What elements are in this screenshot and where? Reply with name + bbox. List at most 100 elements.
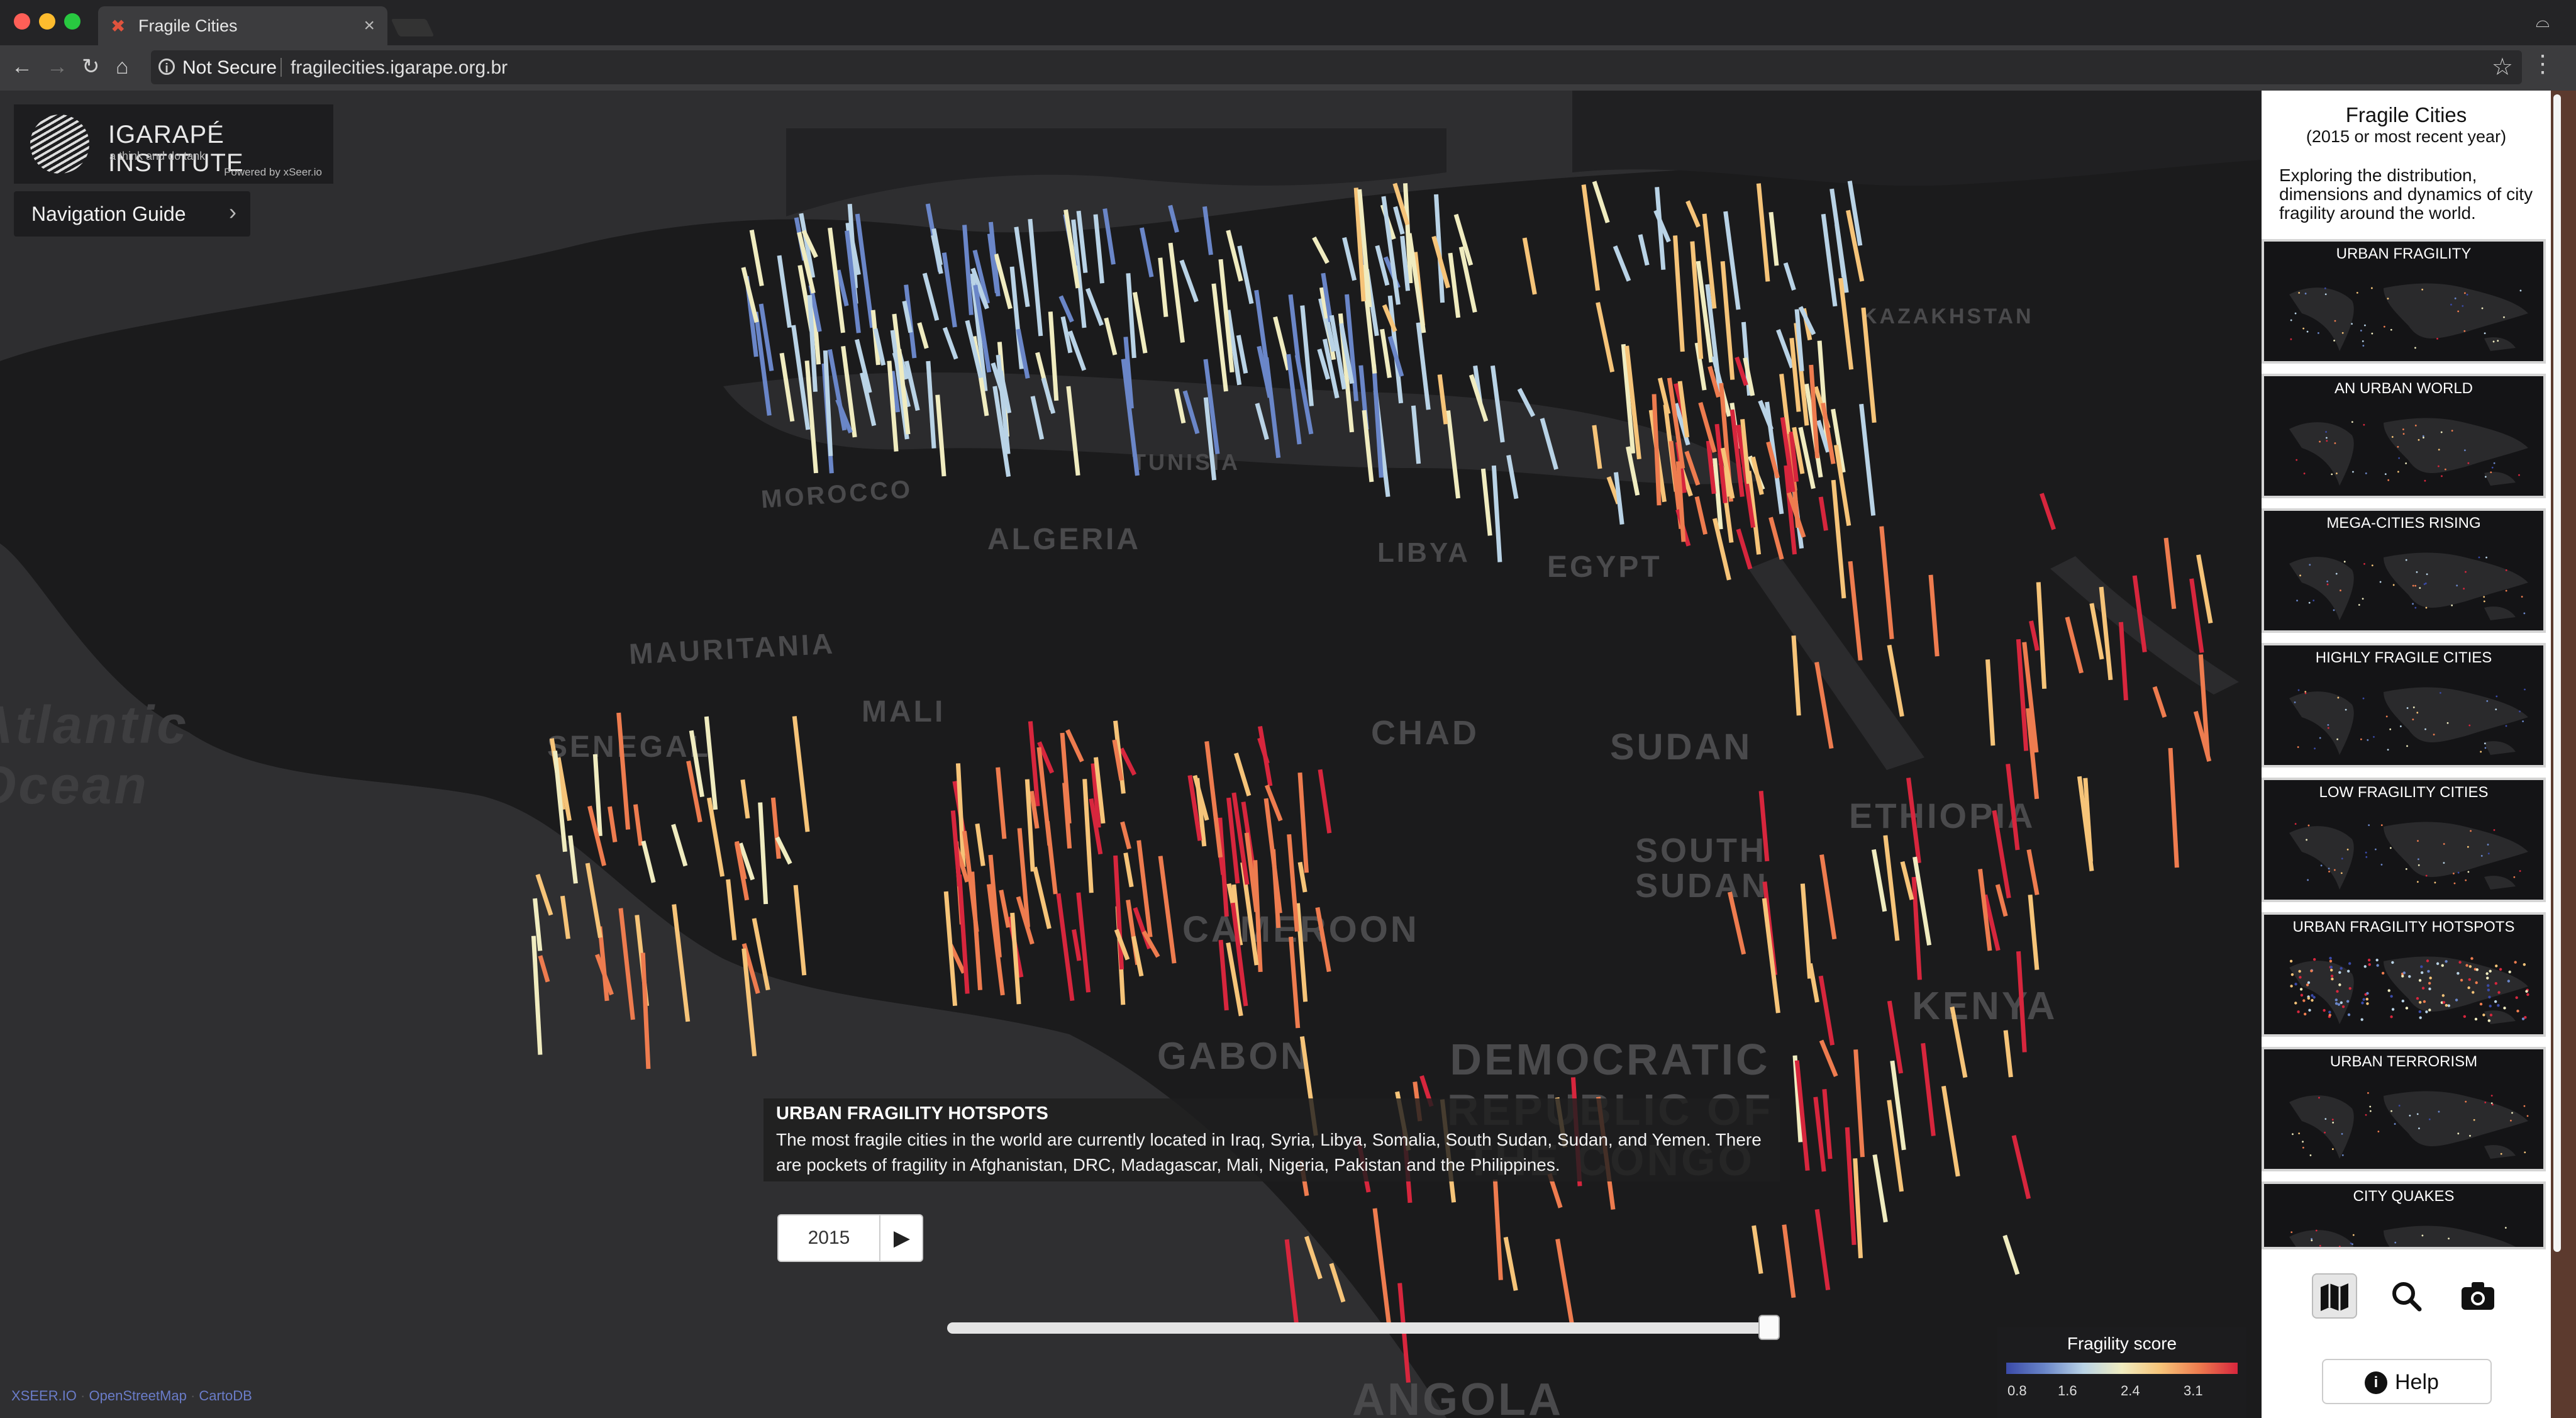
city-bar[interactable] bbox=[1861, 307, 1877, 423]
city-bar[interactable] bbox=[1056, 893, 1075, 1002]
city-bar[interactable] bbox=[1673, 235, 1685, 352]
story-card-city-quakes[interactable]: CITY QUAKES bbox=[2262, 1181, 2546, 1249]
timeline-slider-handle[interactable] bbox=[1758, 1315, 1780, 1340]
city-bar[interactable] bbox=[1342, 237, 1357, 281]
city-bar[interactable] bbox=[996, 767, 1007, 839]
city-bar[interactable] bbox=[1814, 1209, 1831, 1290]
info-icon[interactable]: i bbox=[158, 59, 175, 75]
city-bar[interactable] bbox=[1883, 835, 1900, 941]
city-bar[interactable] bbox=[1592, 181, 1610, 223]
city-bar[interactable] bbox=[2011, 1135, 2031, 1200]
city-bar[interactable] bbox=[671, 823, 688, 867]
city-bar[interactable] bbox=[2118, 622, 2128, 701]
city-bar[interactable] bbox=[1491, 465, 1502, 562]
bookmark-star-icon[interactable]: ☆ bbox=[2492, 53, 2513, 81]
close-window-button[interactable] bbox=[14, 13, 30, 30]
city-bar[interactable] bbox=[1853, 1049, 1865, 1158]
city-bar[interactable] bbox=[1814, 661, 1834, 749]
city-bar[interactable] bbox=[1048, 311, 1059, 401]
reload-icon[interactable]: ↻ bbox=[82, 54, 100, 79]
city-bar[interactable] bbox=[1119, 747, 1137, 776]
city-bar[interactable] bbox=[1158, 257, 1169, 317]
sidebar-scrollbar[interactable] bbox=[2553, 94, 2561, 1252]
city-bar[interactable] bbox=[704, 716, 718, 810]
city-bar[interactable] bbox=[1041, 377, 1056, 415]
city-bar[interactable] bbox=[1776, 329, 1794, 369]
city-bar[interactable] bbox=[1289, 936, 1301, 1029]
city-bar[interactable] bbox=[568, 835, 578, 884]
city-bar[interactable] bbox=[535, 873, 553, 916]
city-bar[interactable] bbox=[792, 716, 810, 832]
city-bar[interactable] bbox=[1758, 791, 1770, 862]
city-bar[interactable] bbox=[1592, 425, 1602, 469]
city-bar[interactable] bbox=[641, 840, 656, 883]
city-bar[interactable] bbox=[616, 712, 631, 830]
city-bar[interactable] bbox=[1694, 496, 1708, 535]
city-bar[interactable] bbox=[1082, 779, 1094, 893]
city-bar[interactable] bbox=[922, 272, 940, 321]
camera-icon[interactable] bbox=[2455, 1273, 2501, 1319]
city-bar[interactable] bbox=[1255, 403, 1269, 440]
city-bar[interactable] bbox=[1204, 741, 1223, 858]
city-bar[interactable] bbox=[618, 908, 635, 1020]
city-bar[interactable] bbox=[1202, 206, 1213, 255]
city-bar[interactable] bbox=[1009, 266, 1024, 369]
city-bar[interactable] bbox=[1033, 866, 1052, 929]
city-bar[interactable] bbox=[608, 806, 618, 843]
city-bar[interactable] bbox=[827, 349, 847, 431]
city-bar[interactable] bbox=[1168, 204, 1179, 233]
city-bars-layer[interactable] bbox=[0, 91, 2262, 1418]
city-bar[interactable] bbox=[1798, 427, 1816, 489]
city-bar[interactable] bbox=[823, 350, 833, 456]
city-bar[interactable] bbox=[1182, 390, 1200, 435]
city-bar[interactable] bbox=[1030, 396, 1045, 440]
city-bar[interactable] bbox=[1503, 1236, 1518, 1292]
city-bar[interactable] bbox=[1120, 821, 1131, 850]
city-bar[interactable] bbox=[1900, 861, 1914, 900]
city-bar[interactable] bbox=[1768, 516, 1784, 560]
city-bar[interactable] bbox=[1380, 328, 1392, 378]
city-bar[interactable] bbox=[770, 797, 781, 859]
city-bar[interactable] bbox=[1140, 227, 1154, 277]
city-bar[interactable] bbox=[2099, 586, 2113, 681]
city-bar[interactable] bbox=[942, 327, 958, 360]
map-canvas[interactable]: MOROCCO TUNISIA ALGERIA LIBYA EGYPT MAUR… bbox=[0, 91, 2262, 1418]
city-bar[interactable] bbox=[1950, 1006, 1968, 1078]
home-icon[interactable]: ⌂ bbox=[116, 54, 129, 79]
city-bar[interactable] bbox=[1218, 939, 1229, 1011]
city-bar[interactable] bbox=[1690, 241, 1704, 359]
city-bar[interactable] bbox=[1490, 365, 1505, 443]
city-bar[interactable] bbox=[2132, 575, 2147, 653]
city-bar[interactable] bbox=[1315, 907, 1331, 973]
city-bar[interactable] bbox=[1871, 849, 1887, 912]
city-bar[interactable] bbox=[1928, 574, 1940, 657]
city-bar[interactable] bbox=[1273, 316, 1291, 371]
city-bar[interactable] bbox=[1264, 357, 1281, 459]
city-bar[interactable] bbox=[962, 225, 974, 315]
city-bar[interactable] bbox=[672, 904, 691, 1022]
city-bar[interactable] bbox=[1372, 1208, 1391, 1324]
navigation-guide-button[interactable]: Navigation Guide › bbox=[14, 191, 250, 237]
city-bar[interactable] bbox=[941, 252, 957, 328]
city-bar[interactable] bbox=[1819, 854, 1837, 940]
new-tab-button[interactable] bbox=[391, 19, 435, 36]
city-bar[interactable] bbox=[1906, 777, 1921, 864]
city-bar[interactable] bbox=[1174, 388, 1186, 424]
city-bar[interactable] bbox=[1104, 317, 1118, 355]
city-bar[interactable] bbox=[1887, 644, 1904, 717]
city-bar[interactable] bbox=[1859, 403, 1876, 516]
city-bar[interactable] bbox=[538, 955, 550, 983]
city-bar[interactable] bbox=[1791, 635, 1801, 716]
city-bar[interactable] bbox=[633, 804, 643, 846]
city-bar[interactable] bbox=[726, 879, 737, 941]
city-bar[interactable] bbox=[1375, 245, 1390, 286]
city-bar[interactable] bbox=[2065, 617, 2084, 674]
city-bar[interactable] bbox=[1540, 418, 1558, 470]
city-bar[interactable] bbox=[2152, 686, 2167, 718]
play-icon[interactable]: ▶ bbox=[879, 1215, 923, 1261]
city-bar[interactable] bbox=[1522, 237, 1537, 295]
city-bar[interactable] bbox=[1684, 450, 1701, 486]
city-bar[interactable] bbox=[1995, 884, 2008, 917]
city-bar[interactable] bbox=[1756, 183, 1770, 282]
city-bar[interactable] bbox=[779, 352, 795, 422]
